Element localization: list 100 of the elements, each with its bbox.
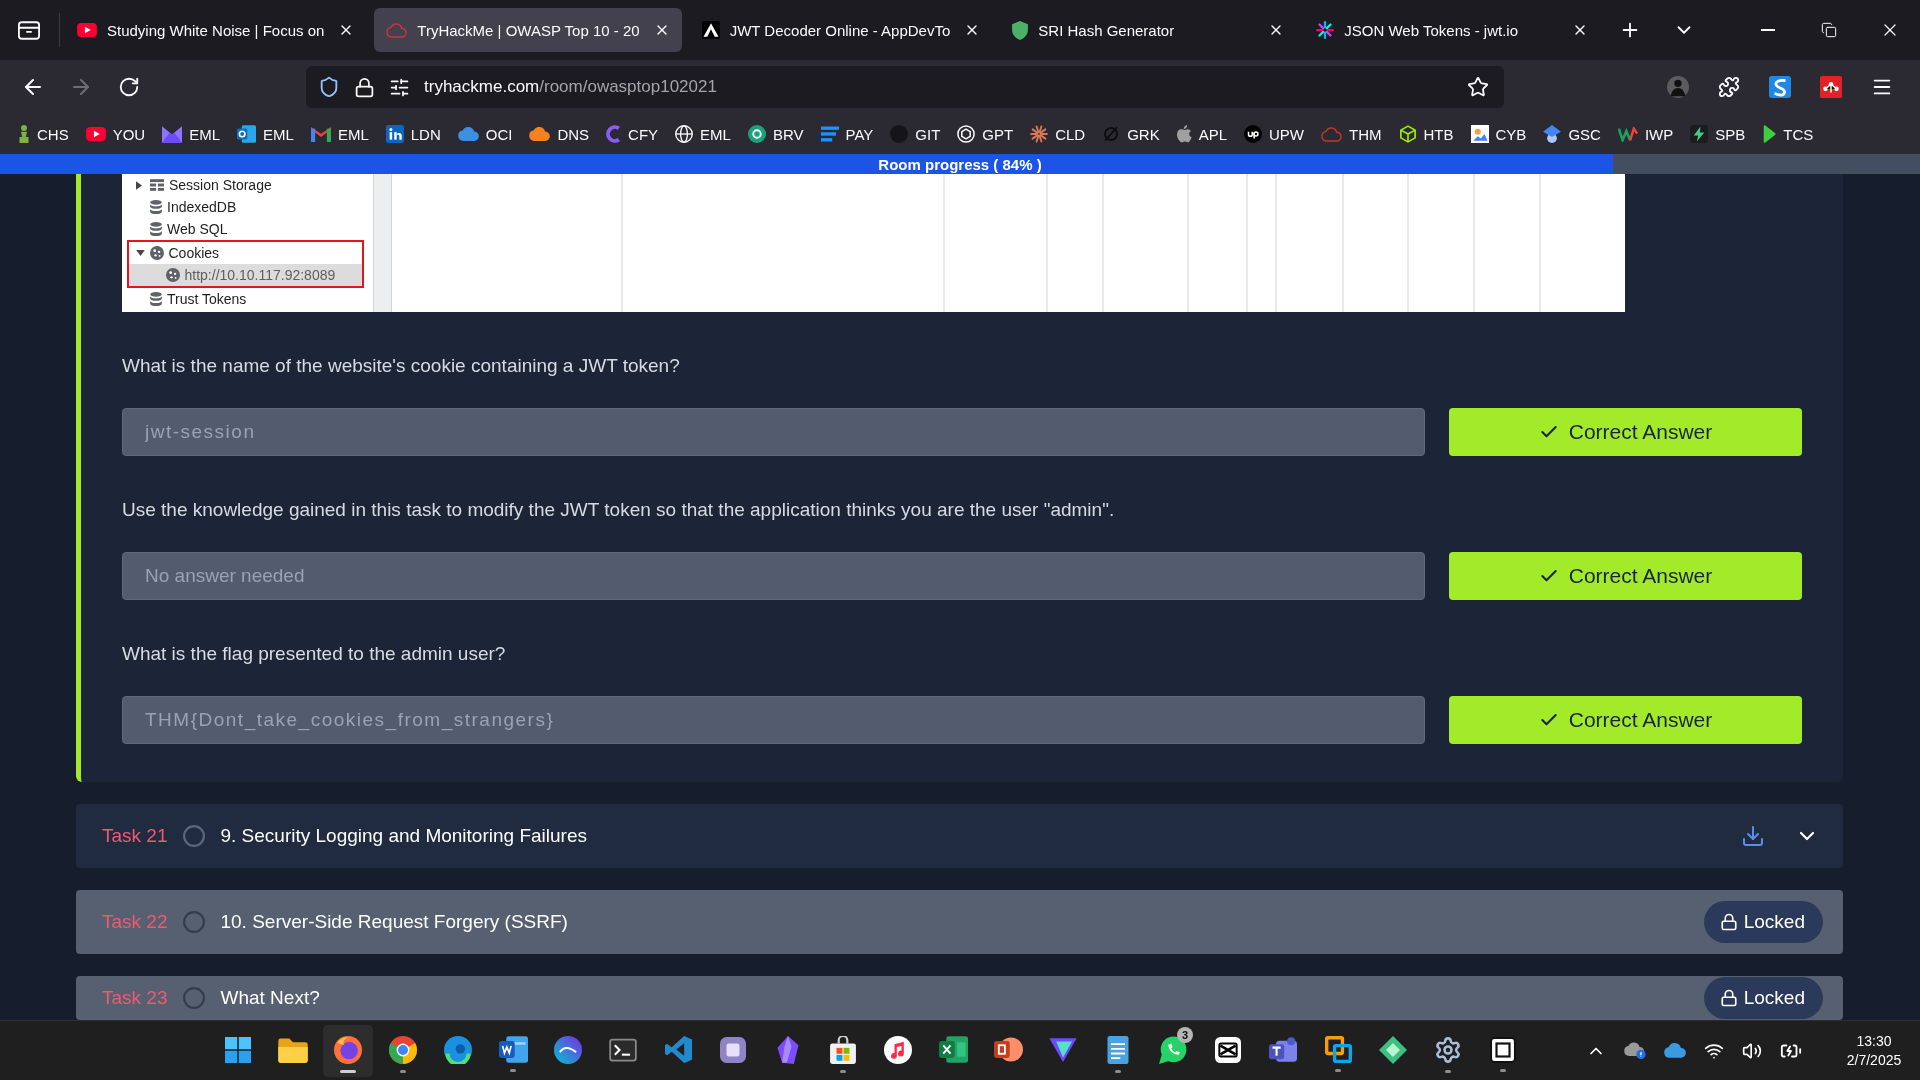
address-field[interactable]: tryhackme.com/room/owasptop102021 [306,66,1504,108]
envelope-icon [162,125,183,143]
task-title: What Next? [220,987,320,1009]
disc-icon [890,125,909,143]
store-bag-icon [830,1035,856,1064]
bookmark-item[interactable]: IWP [1611,119,1680,149]
progress-label: Room progress ( 84% ) [878,155,1042,173]
wave-circle-icon [444,1035,472,1064]
bookmark-item[interactable]: GPT [951,119,1020,149]
browser-tab[interactable]: Studying White Noise | Focus on [65,8,367,52]
bookmark-item[interactable]: LDN [379,119,447,149]
arc-icon [606,125,622,143]
answer-status-button[interactable]: Correct Answer [1449,696,1802,744]
url-domain: tryhackme.com [424,77,540,97]
star-icon [1467,76,1489,98]
tree-item[interactable]: IndexedDB [122,196,373,218]
browser-tab[interactable]: TryHackMe | OWASP Top 10 - 20 [374,8,682,52]
orb-icon [334,1035,362,1064]
folder-icon [278,1036,308,1063]
reload-icon [118,76,140,98]
bookmark-item[interactable]: EML [156,119,227,149]
document-tile-icon [498,1036,528,1063]
asterisk-icon [1030,125,1049,143]
mail-tile-icon [237,125,257,143]
bookmark-item[interactable]: CHS [12,119,75,149]
task-number: Task 21 [102,825,168,847]
flower-icon [1316,21,1335,39]
s-curve-tile-icon [1769,76,1791,98]
taskbar-app-button[interactable] [323,1024,373,1077]
task-row[interactable]: Task 23 What Next? Locked [76,976,1843,1020]
browser-tab[interactable]: SRI Hash Generator [1000,8,1297,52]
cap-icon [1543,125,1562,143]
question-text: Use the knowledge gained in this task to modify the JWT token so that the application thinks you are the user "admin". [122,498,1116,522]
slashed-circle-icon [1102,125,1121,143]
answer-status-button[interactable]: Correct Answer [1449,408,1802,456]
segmented-circle-icon [389,1035,417,1064]
code-ribbon-icon [664,1036,692,1063]
grid-squares-icon [225,1036,251,1063]
bookmark-item[interactable]: CYB [1464,119,1533,149]
bookmark-item[interactable]: PAY [814,119,880,149]
task-row[interactable]: Task 22 10. Server-Side Request Forgery (SSRF) Locked [76,890,1843,954]
clock-date: 2/7/2025 [1846,1050,1902,1070]
tree-item[interactable]: http://10.10.117.92:8089 [129,264,362,286]
volume-icon[interactable] [1742,1040,1762,1061]
question-text: What is the flag presented to the admin user? [122,642,507,666]
play-icon [77,23,97,37]
shield-icon [1012,20,1029,40]
disc-icon [554,1035,582,1064]
bookmark-item[interactable]: OCI [451,119,519,149]
minimize-icon [1760,29,1775,31]
bookmark-item[interactable]: EML [231,119,300,149]
bookmark-item[interactable]: GSC [1537,119,1607,149]
bookmark-item[interactable]: EML [304,119,375,149]
restore-icon [1820,22,1837,38]
tree-item[interactable]: Trust Tokens [122,288,373,310]
grid-icon [150,179,164,191]
answer-status-button[interactable]: Correct Answer [1449,552,1802,600]
bookmark-item[interactable]: BRV [741,119,810,149]
person-silhouette-icon [1667,76,1689,98]
bookmark-item[interactable]: TCS [1756,119,1820,149]
tile-icon [720,1036,746,1063]
notepad-icon [1107,1035,1129,1064]
browser-tab[interactable]: JWT Decoder Online - AppDevTo [689,8,993,52]
tab-tray-icon [18,20,40,40]
bookmark-item[interactable]: CFY [600,119,665,149]
browser-tab[interactable]: JSON Web Tokens - jwt.io [1304,8,1601,52]
tree-item[interactable]: Cookies [129,242,362,264]
task-row[interactable]: Task 21 9. Security Logging and Monitoring Failures [76,804,1843,868]
bookmark-item[interactable]: HTB [1392,119,1460,149]
bookmark-item[interactable]: GIT [884,119,947,149]
task-number: Task 22 [102,911,168,933]
bookmark-item[interactable]: APL [1170,119,1234,149]
cloud-icon [457,127,479,141]
cloud-badge-icon[interactable] [1624,1041,1646,1060]
tree-item[interactable]: Web SQL [122,218,373,240]
diamond-icon [1379,1035,1407,1064]
letter-m-icon [310,126,331,142]
bookmark-item[interactable]: SPB [1684,119,1752,149]
play-icon [1762,125,1777,143]
cloud-outline-icon [1321,126,1343,142]
bookmark-item[interactable]: CLD [1024,119,1092,149]
spreadsheet-tile-icon [938,1036,968,1063]
slides-tile-icon [993,1036,1023,1063]
bookmark-item[interactable]: EML [669,119,737,149]
taskbar-app-button[interactable]: 3 [1148,1024,1198,1077]
disc-icon [1244,125,1263,143]
bookmark-item[interactable]: GRK [1096,119,1166,149]
bookmark-item[interactable]: DNS [523,119,596,149]
answer-field[interactable]: No answer needed [122,552,1425,600]
dots-tile-icon [1820,76,1842,98]
terminal-icon [609,1037,637,1062]
bookmark-item[interactable]: UPW [1238,119,1311,149]
tree-item[interactable]: Session Storage [122,174,373,196]
bookmark-item[interactable]: THM [1315,119,1388,149]
cloud-icon[interactable] [1664,1043,1686,1058]
disc-icon [747,125,766,143]
shield-icon [318,76,340,98]
bookmark-item[interactable]: YOU [79,119,152,149]
crossed-tile-icon [1215,1036,1241,1063]
apple-icon [1176,125,1192,143]
